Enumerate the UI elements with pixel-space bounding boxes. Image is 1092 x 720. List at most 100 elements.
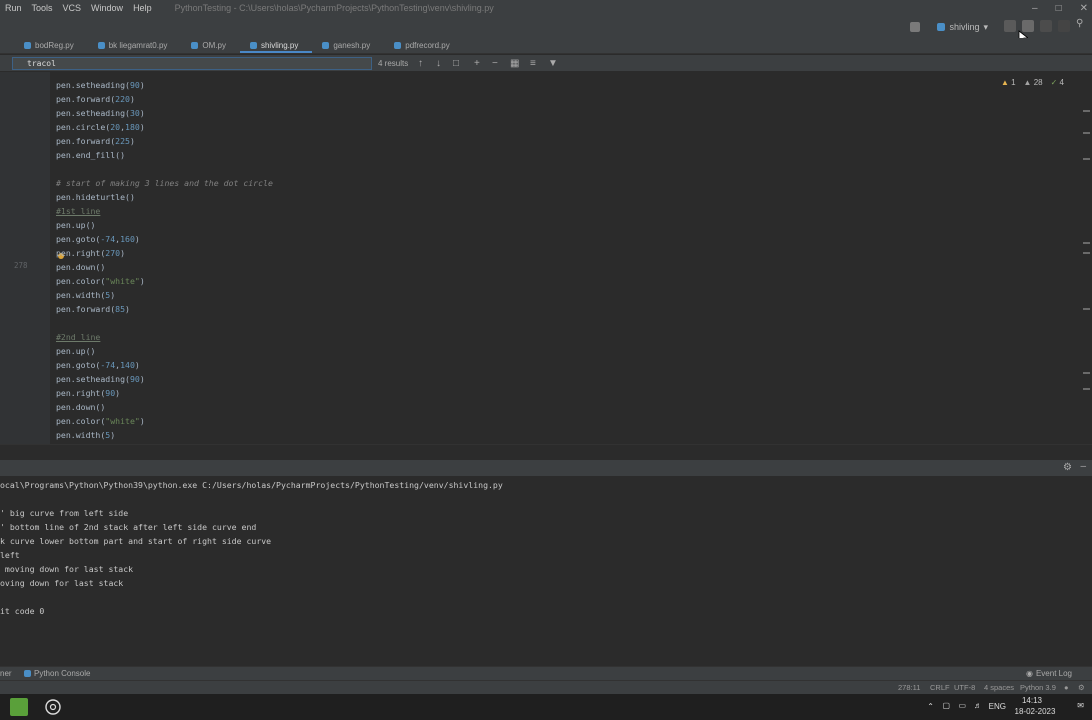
- tab-label: bodReg.py: [35, 41, 74, 50]
- code-line[interactable]: pen.right(90): [56, 386, 273, 400]
- inspection-widget[interactable]: ▲ 1 ▲ 28 ✓ 4: [1001, 78, 1064, 87]
- menu-window[interactable]: Window: [86, 3, 128, 13]
- tool-window-left[interactable]: ner: [0, 669, 12, 678]
- search-icon[interactable]: ⚲: [1076, 18, 1088, 30]
- close-icon[interactable]: ✕: [1080, 3, 1088, 14]
- stop-icon[interactable]: [1058, 20, 1070, 32]
- arrow-down-icon[interactable]: ↓: [436, 58, 441, 69]
- coverage-icon[interactable]: [1040, 20, 1052, 32]
- code-token: ): [139, 80, 145, 90]
- code-line[interactable]: [56, 316, 273, 330]
- arrow-up-icon[interactable]: ↑: [418, 58, 423, 69]
- console-line: ocal\Programs\Python\Python39\python.exe…: [0, 480, 503, 490]
- language-indicator[interactable]: ENG: [989, 702, 1006, 711]
- filter-icon[interactable]: ▼: [548, 58, 558, 69]
- select-all-occurrences-icon[interactable]: □: [453, 58, 459, 69]
- run-configuration-select[interactable]: shivling ▾: [931, 19, 994, 35]
- python-interpreter[interactable]: Python 3.9: [1020, 683, 1056, 692]
- caret-position[interactable]: 278:11: [898, 683, 920, 692]
- file-encoding[interactable]: UTF-8: [954, 683, 975, 692]
- list-icon[interactable]: ≡: [530, 58, 536, 69]
- menu-bar: Run Tools VCS Window Help PythonTesting …: [0, 0, 1092, 16]
- current-line-number: 278: [14, 261, 28, 270]
- add-selection-icon[interactable]: +: [474, 58, 480, 69]
- code-token: 85: [115, 304, 126, 314]
- code-line[interactable]: pen.down(): [56, 260, 273, 274]
- tab-ganesh[interactable]: ganesh.py: [312, 38, 384, 53]
- file-explorer-icon[interactable]: [10, 698, 28, 716]
- code-line[interactable]: pen.end_fill(): [56, 148, 273, 162]
- editor-scrollbar[interactable]: [1082, 72, 1092, 444]
- python-console-tab[interactable]: Python Console: [24, 669, 90, 678]
- tab-om[interactable]: OM.py: [181, 38, 240, 53]
- code-line[interactable]: pen.goto(-74,140): [56, 358, 273, 372]
- marker-stripe: [1083, 242, 1090, 244]
- code-line[interactable]: pen.width(5): [56, 428, 273, 442]
- notification-center-icon[interactable]: ✉: [1077, 701, 1084, 710]
- code-token: ): [110, 290, 116, 300]
- line-gutter[interactable]: 278: [0, 72, 64, 444]
- menu-run[interactable]: Run: [0, 3, 27, 13]
- code-line[interactable]: pen.forward(225): [56, 134, 273, 148]
- vcs-user-icon[interactable]: [910, 22, 920, 32]
- code-token: pen.right(: [56, 248, 106, 258]
- code-token: "white": [105, 276, 140, 286]
- clock-time[interactable]: 14:13: [1012, 696, 1052, 705]
- weak-warning-icon: ▲: [1023, 78, 1032, 87]
- menu-tools[interactable]: Tools: [27, 3, 58, 13]
- code-content[interactable]: pen.setheading(90) pen.forward(220) pen.se…: [56, 78, 273, 442]
- clock-date[interactable]: 18-02-2023: [1012, 707, 1058, 716]
- tab-liegamrat[interactable]: bk liegamrat0.py: [88, 38, 182, 53]
- select-all-icon[interactable]: ▦: [510, 58, 519, 69]
- code-line[interactable]: pen.forward(220): [56, 92, 273, 106]
- run-console-output[interactable]: ocal\Programs\Python\Python39\python.exe…: [0, 476, 1092, 666]
- gear-icon[interactable]: ⚙: [1063, 462, 1072, 473]
- code-line[interactable]: pen.width(5): [56, 288, 273, 302]
- code-token: ): [129, 136, 135, 146]
- code-line[interactable]: #2nd line: [56, 330, 273, 344]
- code-line[interactable]: [56, 162, 273, 176]
- marker-stripe: [1083, 158, 1090, 160]
- code-editor[interactable]: 278 pen.setheading(90) pen.forward(220) pe…: [0, 72, 1092, 444]
- code-line[interactable]: pen.forward(85): [56, 302, 273, 316]
- lock-icon[interactable]: ●: [1064, 683, 1069, 692]
- line-separator[interactable]: CRLF: [930, 683, 950, 692]
- minimize-panel-icon[interactable]: –: [1080, 461, 1086, 472]
- code-line[interactable]: pen.circle(20,180): [56, 120, 273, 134]
- notifications-icon[interactable]: ⚙: [1078, 683, 1085, 692]
- code-line[interactable]: pen.color("white"): [56, 274, 273, 288]
- code-line[interactable]: pen.hideturtle(): [56, 190, 273, 204]
- window-title: PythonTesting - C:\Users\holas\PycharmPr…: [174, 3, 494, 13]
- python-file-icon: [249, 42, 257, 49]
- run-icon[interactable]: [1004, 20, 1016, 32]
- volume-icon[interactable]: ♬: [974, 701, 982, 710]
- find-input[interactable]: [12, 57, 372, 70]
- code-line[interactable]: pen.goto(-74,160): [56, 232, 273, 246]
- code-line[interactable]: pen.setheading(90): [56, 372, 273, 386]
- code-line[interactable]: pen.down(): [56, 400, 273, 414]
- tray-up-icon[interactable]: ⌃: [927, 702, 934, 711]
- code-line[interactable]: #1st line: [56, 204, 273, 218]
- menu-help[interactable]: Help: [128, 3, 157, 13]
- event-log-tab[interactable]: ◉ Event Log: [1026, 669, 1072, 678]
- chrome-icon[interactable]: [44, 698, 62, 716]
- tab-bodreg[interactable]: bodReg.py: [14, 38, 88, 53]
- tab-shivling[interactable]: shivling.py: [239, 38, 313, 53]
- code-line[interactable]: pen.up(): [56, 218, 273, 232]
- code-token: pen.right(: [56, 388, 106, 398]
- code-line[interactable]: pen.color("white"): [56, 414, 273, 428]
- code-line[interactable]: pen.setheading(90): [56, 78, 273, 92]
- code-line[interactable]: pen.up(): [56, 344, 273, 358]
- battery-icon[interactable]: ▭: [958, 701, 966, 710]
- remove-selection-icon[interactable]: −: [492, 58, 498, 69]
- code-token: pen.forward(: [56, 136, 116, 146]
- code-line[interactable]: # start of making 3 lines and the dot ci…: [56, 176, 273, 190]
- network-icon[interactable]: ▢: [942, 701, 950, 710]
- maximize-icon[interactable]: □: [1056, 3, 1062, 14]
- indent-setting[interactable]: 4 spaces: [984, 683, 1014, 692]
- menu-vcs[interactable]: VCS: [58, 3, 87, 13]
- minimize-icon[interactable]: –: [1032, 3, 1038, 14]
- code-line[interactable]: pen.right(270): [56, 246, 273, 260]
- tab-pdfrecord[interactable]: pdfrecord.py: [384, 38, 463, 53]
- code-line[interactable]: pen.setheading(30): [56, 106, 273, 120]
